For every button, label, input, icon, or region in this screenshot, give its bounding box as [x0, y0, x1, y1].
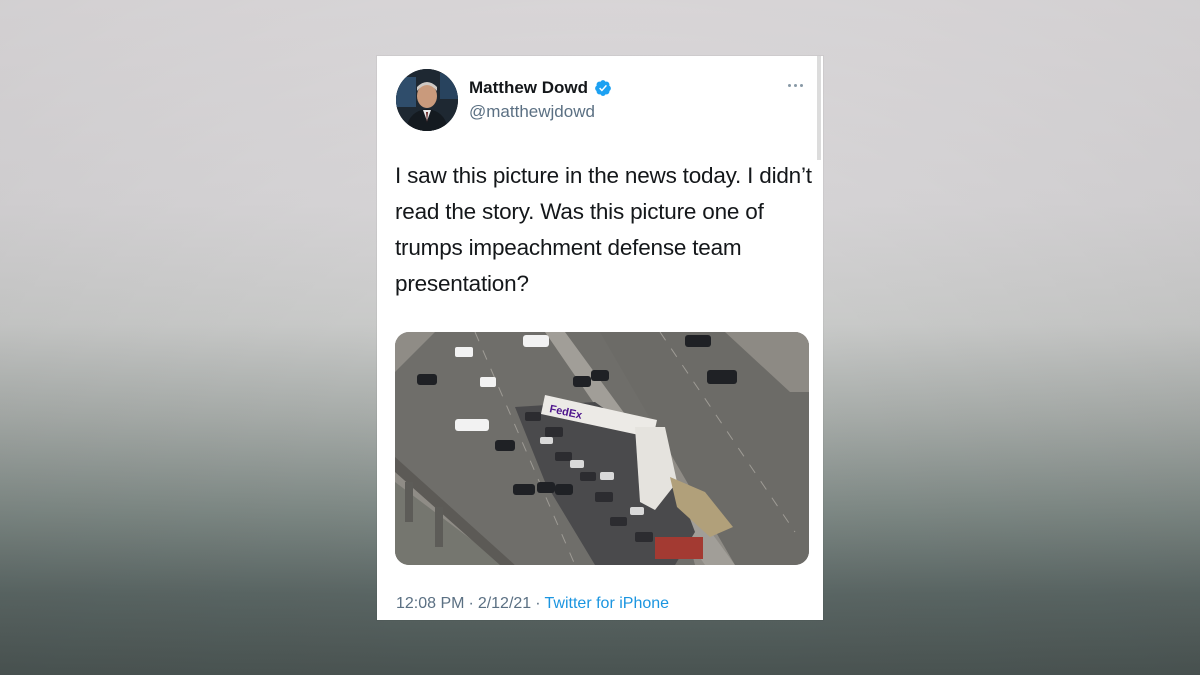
tweet-meta: 12:08 PM · 2/12/21 · Twitter for iPhone — [396, 595, 669, 613]
meta-separator: · — [468, 595, 474, 612]
tweet-media-photo[interactable]: FedEx — [395, 332, 809, 565]
tweet-source-link[interactable]: Twitter for iPhone — [545, 595, 670, 613]
author-name-row: Matthew Dowd — [469, 78, 612, 98]
meta-separator: · — [535, 595, 541, 612]
tweet-text: I saw this picture in the news today. I … — [395, 163, 812, 296]
tweet-time[interactable]: 12:08 PM — [396, 595, 464, 613]
highway-pileup-photo: FedEx — [395, 332, 809, 565]
tweet-date[interactable]: 2/12/21 — [478, 595, 531, 613]
author-display-name[interactable]: Matthew Dowd — [469, 78, 588, 98]
author-handle[interactable]: @matthewjdowd — [469, 102, 595, 122]
tweet-card: Matthew Dowd @matthewjdowd I saw this pi… — [377, 56, 823, 620]
avatar[interactable] — [396, 69, 458, 131]
person-avatar-icon — [396, 69, 458, 131]
verified-badge-icon — [595, 80, 611, 96]
ellipsis-icon[interactable] — [788, 80, 806, 90]
scrollbar-thumb[interactable] — [817, 56, 821, 160]
